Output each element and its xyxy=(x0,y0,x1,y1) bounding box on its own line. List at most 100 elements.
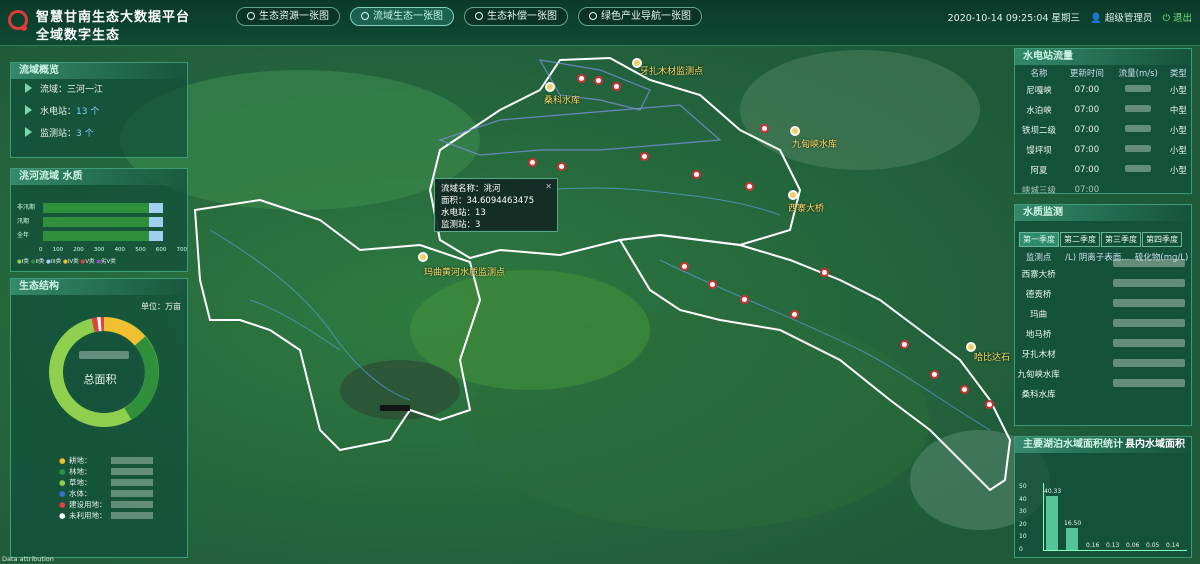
bar-label: 0.06 xyxy=(1126,542,1140,549)
panel-title: 主要湖泊水域面积统计 县内水域面积 xyxy=(1015,437,1191,453)
column-header: 类型 xyxy=(1169,68,1187,79)
layers-icon xyxy=(247,12,255,20)
column-header: 监测点 xyxy=(1025,252,1052,263)
hydro-station-marker[interactable] xyxy=(745,182,754,191)
table-row[interactable]: 尼嘎峡 07:00 小型 xyxy=(1015,80,1191,100)
hydro-station-marker[interactable] xyxy=(985,400,994,409)
tab-eco-resources[interactable]: 生态资源一张图 xyxy=(236,7,340,26)
bar-segment[interactable] xyxy=(43,217,149,227)
hydro-station-marker[interactable] xyxy=(594,76,603,85)
lake-area-panel: 主要湖泊水域面积统计 县内水域面积 50 40 30 20 10 0 40.33 16.50… xyxy=(1014,436,1192,558)
season-tabs: 第一季度 第二季度 第三季度 第四季度 xyxy=(1015,221,1191,249)
overview-row-monitor: 监测站：3 个 xyxy=(11,123,187,145)
logo-icon xyxy=(8,10,28,31)
hydro-station-marker[interactable] xyxy=(960,385,969,394)
panel-title: 生态结构 xyxy=(11,279,187,295)
hydro-station-marker[interactable] xyxy=(612,82,621,91)
water-monitor-panel: 水质监测 第一季度 第二季度 第三季度 第四季度 监测点 /L) 阴离子表面... 硫… xyxy=(1014,204,1192,426)
table-row[interactable]: 馒坪坝 07:00 小型 xyxy=(1015,140,1191,160)
basin-info-popup: ✕ 流域名称：洮河 面积：34.6094463475 水电站：13 监测站：3 xyxy=(434,178,558,232)
hydro-station-marker[interactable] xyxy=(900,340,909,349)
y-label: 全年 xyxy=(17,232,30,239)
hydro-station-marker[interactable] xyxy=(760,124,769,133)
bar-label: 16.50 xyxy=(1064,520,1082,527)
monitor-point-marker[interactable] xyxy=(545,82,555,92)
monitor-point-marker[interactable] xyxy=(418,252,428,262)
chart-legend: ●I类 ●II类 ●III类 ●IV类 ●V类 ●劣V类 xyxy=(17,259,116,265)
bar-plot: 40.33 16.50 0.16 0.13 0.06 0.05 0.14 xyxy=(1043,483,1187,551)
monitor-point-marker[interactable] xyxy=(790,126,800,136)
y-label: 非汛期 xyxy=(17,204,36,211)
layers-icon xyxy=(589,12,597,20)
bar-segment[interactable] xyxy=(149,231,163,241)
table-row[interactable]: 水泊峡 07:00 中型 xyxy=(1015,100,1191,120)
layers-icon xyxy=(475,12,483,20)
legend-item: ● 水体： xyxy=(11,488,189,499)
logout-button[interactable]: ⏻ 退出 xyxy=(1162,10,1192,24)
tab-green-industry[interactable]: 绿色产业导航一张图 xyxy=(578,7,702,26)
tab-basin-eco[interactable]: 流域生态一张图 xyxy=(350,7,454,26)
arrow-icon xyxy=(25,83,32,93)
tab-season-1[interactable]: 第一季度 xyxy=(1019,232,1059,247)
table-row[interactable]: 铁坝二级 07:00 小型 xyxy=(1015,120,1191,140)
popup-monitor-count: 监测站：3 xyxy=(441,220,481,230)
tab-season-3[interactable]: 第三季度 xyxy=(1101,232,1141,247)
hydro-station-marker[interactable] xyxy=(708,280,717,289)
map-label: 桑科水库 xyxy=(544,96,581,106)
monitor-point-marker[interactable] xyxy=(788,190,798,200)
hydro-station-marker[interactable] xyxy=(577,74,586,83)
layers-icon xyxy=(361,12,369,20)
basin-overview-panel: 流域概览 流域：三河一江 水电站：13 个 监测站：3 个 xyxy=(10,62,188,158)
hydro-station-marker[interactable] xyxy=(740,295,749,304)
hydro-station-marker[interactable] xyxy=(790,310,799,319)
tab-season-2[interactable]: 第二季度 xyxy=(1060,232,1100,247)
table-row[interactable]: 阿夏 07:00 小型 xyxy=(1015,160,1191,180)
overview-row-hydro: 水电站：13 个 xyxy=(11,101,187,123)
close-icon[interactable]: ✕ xyxy=(545,181,552,193)
tab-eco-compensation[interactable]: 生态补偿一张图 xyxy=(464,7,568,26)
bar-segment[interactable] xyxy=(149,203,163,213)
user-icon: 👤 xyxy=(1090,13,1102,24)
table-row[interactable]: 桑科水库 xyxy=(1015,384,1191,404)
datetime: 2020-10-14 09:25:04 星期三 xyxy=(947,13,1081,24)
user-menu[interactable]: 👤 超级管理员 xyxy=(1090,10,1152,24)
hydro-station-marker[interactable] xyxy=(640,152,649,161)
bar[interactable] xyxy=(1066,528,1078,550)
y-axis: 50 40 30 20 10 0 xyxy=(1019,483,1027,553)
bar-label: 0.16 xyxy=(1086,542,1100,549)
panel-title: 流域概览 xyxy=(11,63,187,79)
header-status: 2020-10-14 09:25:04 星期三 👤 超级管理员 ⏻ 退出 xyxy=(948,10,1192,24)
hydro-station-marker[interactable] xyxy=(820,268,829,277)
popup-basin-name: 流域名称：洮河 xyxy=(441,184,501,194)
bar-segment[interactable] xyxy=(43,203,149,213)
table-row[interactable]: 峡城三级 07:00 xyxy=(1015,180,1191,193)
total-value-blurred xyxy=(79,351,129,359)
eco-structure-panel: 生态结构 单位：万亩 总面积 ● 耕地： ● 林地： ● 草地： ● 水体： ● 建设用地… xyxy=(10,278,188,558)
bar-segment[interactable] xyxy=(43,231,149,241)
column-header: 名称 xyxy=(1030,68,1048,79)
hydro-flow-table: 名称 更新时间 流量(m/s) 类型 尼嘎峡 07:00 小型 水泊峡 07:00 中型… xyxy=(1015,65,1191,194)
app-title: 智慧甘南生态大数据平台 xyxy=(36,10,191,25)
hydro-flow-panel: 水电站流量 名称 更新时间 流量(m/s) 类型 尼嘎峡 07:00 小型 水泊峡 0… xyxy=(1014,48,1192,194)
header-bar: 智慧甘南生态大数据平台 全域数字生态 生态资源一张图 流域生态一张图 生态补偿一… xyxy=(0,0,1200,46)
map-label: 哈比达石 xyxy=(974,353,1011,363)
bar-label: 40.33 xyxy=(1044,488,1062,495)
map-attribution[interactable]: Data attribution xyxy=(2,555,54,563)
bar[interactable] xyxy=(1046,496,1058,550)
hydro-station-marker[interactable] xyxy=(680,262,689,271)
hydro-station-marker[interactable] xyxy=(557,162,566,171)
app-subtitle: 全域数字生态 xyxy=(36,28,121,43)
panel-title: 水电站流量 xyxy=(1015,49,1191,65)
arrow-icon xyxy=(25,127,32,137)
legend-item: ● 建设用地： xyxy=(11,499,189,510)
hydro-station-marker[interactable] xyxy=(930,370,939,379)
popup-area: 面积：34.6094463475 xyxy=(441,196,535,206)
legend-item: ● 未利用地： xyxy=(11,510,189,521)
water-quality-chart-panel: 洮河流域 水质 非汛期 汛期 全年 0 100 200 300 400 500 600 700… xyxy=(10,168,188,272)
hydro-station-marker[interactable] xyxy=(692,170,701,179)
overview-row-basin: 流域：三河一江 xyxy=(11,79,187,101)
tab-season-4[interactable]: 第四季度 xyxy=(1142,232,1182,247)
bar-segment[interactable] xyxy=(149,217,163,227)
y-label: 汛期 xyxy=(17,218,30,225)
hydro-station-marker[interactable] xyxy=(528,158,537,167)
